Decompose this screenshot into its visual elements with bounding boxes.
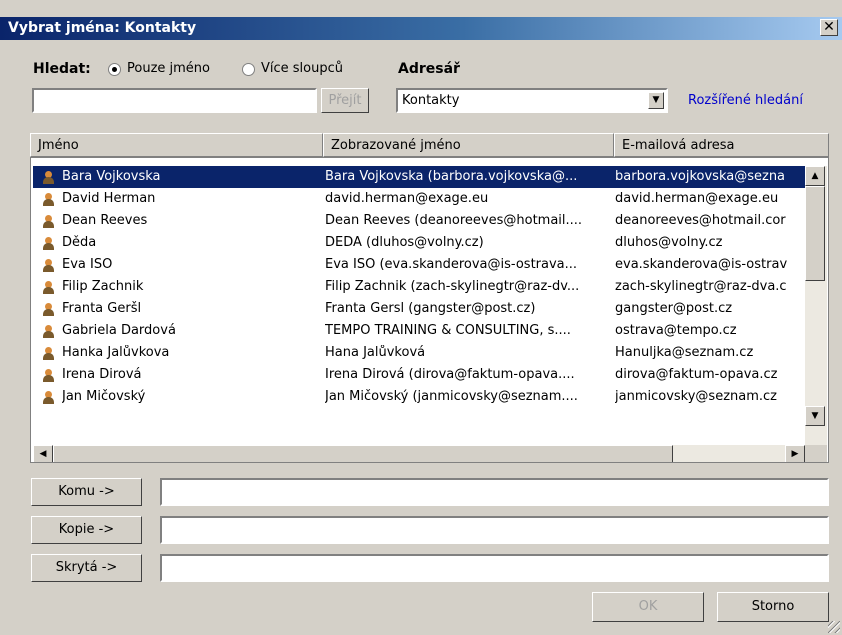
contact-email: eva.skanderova@is-ostrav [615,257,788,272]
radio-more-columns[interactable] [242,63,255,76]
contact-name: Irena Dirová [62,367,142,382]
contact-display-name: Eva ISO (eva.skanderova@is-ostrava... [325,257,578,272]
chevron-down-icon[interactable]: ▼ [648,92,664,109]
contact-display-name: david.herman@exage.eu [325,191,489,206]
scroll-up-icon[interactable]: ▲ [805,166,825,186]
contact-icon [43,215,54,228]
addressbook-select[interactable]: Kontakty ▼ [396,88,668,113]
table-row[interactable]: Hanka Jalůvkova Hana Jalůvková Hanuljka@se… [33,342,805,364]
title-bar: Vybrat jména: Kontakty ✕ [0,17,842,40]
contact-name: Děda [62,235,97,250]
radio-names-only[interactable] [108,63,121,76]
column-header-display[interactable]: Zobrazované jméno [323,133,614,157]
table-row[interactable]: Bara Vojkovska Bara Vojkovska (barbora.vo… [33,166,805,188]
scroll-thumb[interactable] [805,186,825,281]
cc-button[interactable]: Kopie -> [31,516,142,544]
contact-icon [43,347,54,360]
table-row[interactable]: Irena Dirová Irena Dirová (dirova@faktum-… [33,364,805,386]
scroll-right-icon[interactable]: ▶ [785,445,805,462]
contact-display-name: Dean Reeves (deanoreeves@hotmail.... [325,213,583,228]
contact-email: gangster@post.cz [615,301,733,316]
contact-name: Eva ISO [62,257,113,272]
table-row[interactable]: Dean Reeves Dean Reeves (deanoreeves@hotm… [33,210,805,232]
table-row[interactable]: David Herman david.herman@exage.eu david.h… [33,188,805,210]
close-icon: ✕ [823,19,835,35]
scroll-left-icon[interactable]: ◀ [33,445,53,462]
search-label: Hledat: [33,61,91,77]
close-button[interactable]: ✕ [820,19,838,36]
contact-icon [43,193,54,206]
table-row[interactable]: Filip Zachnik Filip Zachnik (zach-skyline… [33,276,805,298]
contact-display-name: Franta Gersl (gangster@post.cz) [325,301,536,316]
contact-name: Dean Reeves [62,213,148,228]
to-field[interactable] [160,478,829,506]
contact-icon [43,259,54,272]
contact-icon [43,391,54,404]
vertical-scrollbar[interactable]: ▲ ▼ [805,166,827,446]
contact-display-name: Irena Dirová (dirova@faktum-opava.... [325,367,575,382]
contact-email: barbora.vojkovska@sezna [615,169,786,184]
go-button[interactable]: Přejít [321,88,369,113]
contact-list[interactable]: Bara Vojkovska Bara Vojkovska (barbora.vo… [30,157,829,463]
contact-name: Filip Zachnik [62,279,144,294]
advanced-search-link[interactable]: Rozšířené hledání [688,93,803,108]
contact-display-name: Filip Zachnik (zach-skylinegtr@raz-dv... [325,279,580,294]
addressbook-selected: Kontakty [402,93,460,108]
contact-name: Hanka Jalůvkova [62,345,170,360]
contact-email: deanoreeves@hotmail.cor [615,213,786,228]
radio-names-only-label[interactable]: Pouze jméno [127,61,210,76]
hscroll-thumb[interactable] [53,445,673,462]
contact-email: Hanuljka@seznam.cz [615,345,754,360]
table-row[interactable]: Eva ISO Eva ISO (eva.skanderova@is-ostrav… [33,254,805,276]
column-header-email[interactable]: E-mailová adresa [614,133,829,157]
contact-icon [43,303,54,316]
contact-icon [43,237,54,250]
table-row[interactable]: Gabriela Dardová TEMPO TRAINING & CONSULT… [33,320,805,342]
contact-display-name: DEDA (dluhos@volny.cz) [325,235,484,250]
contact-email: ostrava@tempo.cz [615,323,737,338]
contact-name: Gabriela Dardová [62,323,176,338]
window-title: Vybrat jména: Kontakty [8,20,197,36]
contact-icon [43,171,54,184]
contact-email: dirova@faktum-opava.cz [615,367,778,382]
contact-name: Jan Mičovský [62,389,146,404]
addressbook-label: Adresář [398,61,460,77]
contact-name: Franta Geršl [62,301,142,316]
cc-field[interactable] [160,516,829,544]
contact-name: Bara Vojkovska [62,169,161,184]
contact-display-name: Hana Jalůvková [325,345,426,360]
contact-email: david.herman@exage.eu [615,191,779,206]
bcc-field[interactable] [160,554,829,582]
column-header-name[interactable]: Jméno [30,133,323,157]
contact-icon [43,369,54,382]
table-row[interactable]: Franta Geršl Franta Gersl (gangster@post.… [33,298,805,320]
horizontal-scrollbar[interactable]: ◀ ▶ [33,445,805,462]
table-row[interactable]: Jan Mičovský Jan Mičovský (janmicovsky@se… [33,386,805,408]
ok-button[interactable]: OK [592,592,704,622]
table-row[interactable]: Děda DEDA (dluhos@volny.cz) dluhos@volny.c… [33,232,805,254]
resize-grip-icon[interactable] [828,621,840,633]
contact-icon [43,325,54,338]
contact-display-name: Jan Mičovský (janmicovsky@seznam.... [325,389,578,404]
to-button[interactable]: Komu -> [31,478,142,506]
contact-display-name: TEMPO TRAINING & CONSULTING, s.... [325,323,571,338]
radio-more-columns-label[interactable]: Více sloupců [261,61,343,76]
cancel-button[interactable]: Storno [717,592,829,622]
bcc-button[interactable]: Skrytá -> [31,554,142,582]
contact-display-name: Bara Vojkovska (barbora.vojkovska@... [325,169,578,184]
contact-name: David Herman [62,191,156,206]
contact-email: dluhos@volny.cz [615,235,723,250]
search-input[interactable] [32,88,317,113]
scrollbar-corner [805,445,827,462]
contact-icon [43,281,54,294]
contact-email: zach-skylinegtr@raz-dva.c [615,279,787,294]
scroll-down-icon[interactable]: ▼ [805,406,825,426]
contact-email: janmicovsky@seznam.cz [615,389,777,404]
